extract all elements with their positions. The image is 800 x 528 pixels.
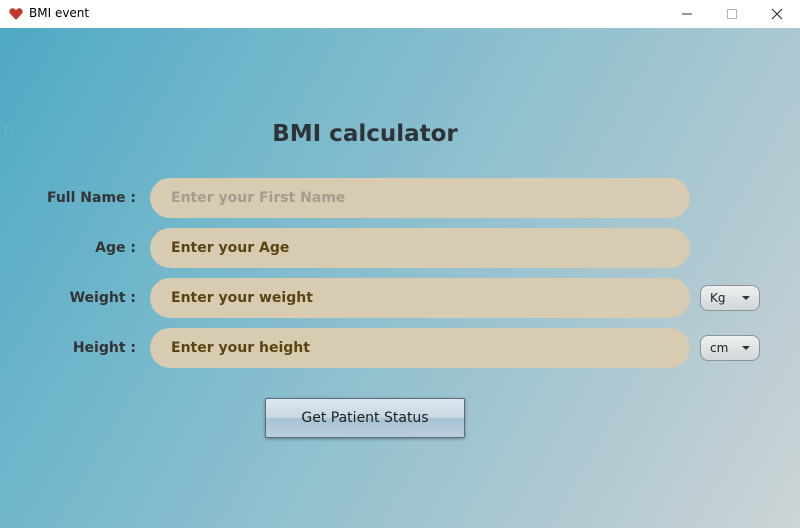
chevron-down-icon xyxy=(742,296,750,300)
age-label: Age : xyxy=(95,240,136,256)
height-input[interactable] xyxy=(150,328,690,368)
heart-icon xyxy=(9,8,23,20)
height-unit-value: cm xyxy=(710,341,729,355)
get-patient-status-button[interactable]: Get Patient Status xyxy=(265,398,465,438)
minimize-button[interactable] xyxy=(664,0,710,28)
height-unit-select[interactable]: cm xyxy=(700,335,760,361)
maximize-button[interactable] xyxy=(709,0,755,28)
maximize-icon xyxy=(727,9,737,19)
weight-label: Weight : xyxy=(69,290,136,306)
full-name-input[interactable] xyxy=(150,178,690,218)
title-bar: BMI event xyxy=(0,0,800,28)
height-label: Height : xyxy=(72,340,136,356)
weight-unit-select[interactable]: Kg xyxy=(700,285,760,311)
close-icon xyxy=(771,8,783,20)
page-title: BMI calculator xyxy=(272,121,458,147)
close-button[interactable] xyxy=(754,0,800,28)
age-input[interactable] xyxy=(150,228,690,268)
full-name-label: Full Name : xyxy=(46,190,136,206)
weight-input[interactable] xyxy=(150,278,690,318)
app-content: ); BMI calculator Full Name : Age : Weig… xyxy=(0,28,800,528)
minimize-icon xyxy=(682,13,692,15)
chevron-down-icon xyxy=(742,346,750,350)
window-title: BMI event xyxy=(29,6,90,20)
weight-unit-value: Kg xyxy=(710,291,726,305)
